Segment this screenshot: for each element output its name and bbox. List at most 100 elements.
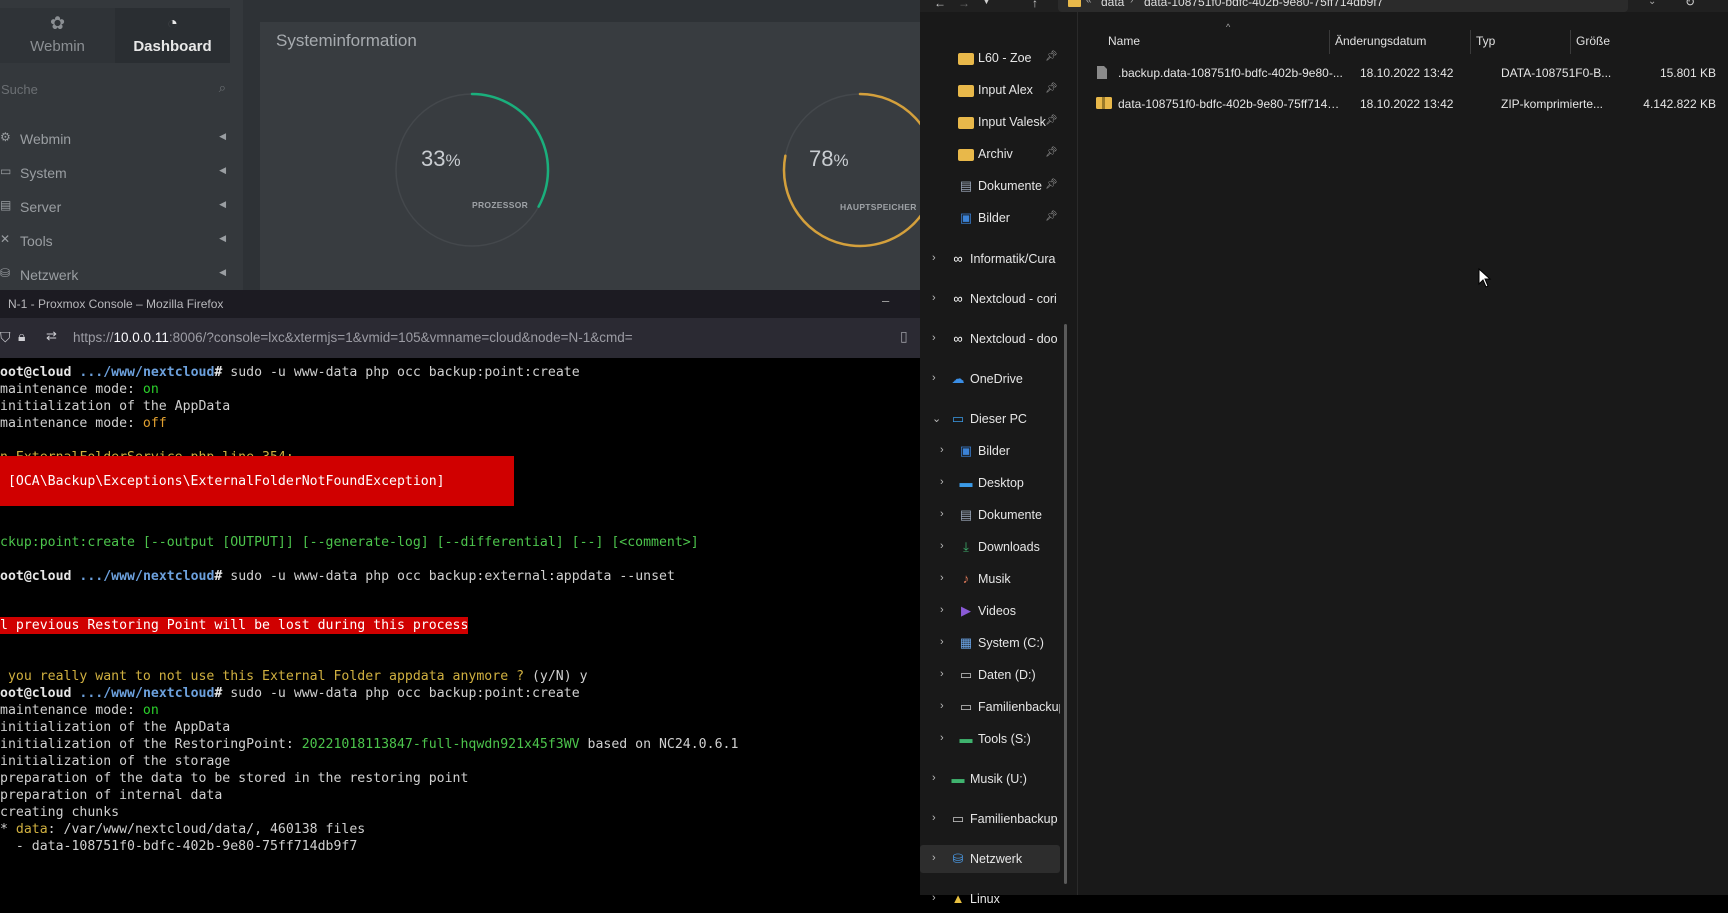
menu-item-server[interactable]: ▤ Server ◀: [0, 194, 232, 220]
chevron-right-icon[interactable]: ›: [932, 892, 936, 904]
folder-icon: [1068, 0, 1081, 7]
nav-item[interactable]: › ∞ Informatik/Cura: [920, 245, 1060, 273]
file-row[interactable]: .backup.data-108751f0-bdfc-402b-9e80-...…: [1080, 58, 1720, 88]
tab-dashboard[interactable]: ◔ Dashboard: [115, 8, 230, 63]
nav-item[interactable]: Input Valesk 📌︎: [920, 108, 1060, 136]
refresh-icon[interactable]: ↻: [1685, 0, 1695, 9]
nav-item[interactable]: › ▬ Tools (S:): [920, 725, 1060, 753]
nav-item[interactable]: › ▭ Familienbackup: [920, 805, 1060, 833]
chevron-right-icon[interactable]: ›: [940, 444, 944, 456]
column-separator[interactable]: [1329, 30, 1330, 54]
nav-item[interactable]: › ▬ Desktop: [920, 469, 1060, 497]
nav-item[interactable]: › ▦ System (C:): [920, 629, 1060, 657]
nav-item[interactable]: › ♪ Musik: [920, 565, 1060, 593]
memory-gauge-label: HAUPTSPEICHER: [840, 202, 917, 212]
url-bar[interactable]: ⛉ 🔒︎ ⇄ https://10.0.0.11:8006/?console=l…: [0, 318, 920, 358]
chevron-right-icon[interactable]: ›: [932, 292, 936, 304]
breadcrumb-chevron-icon[interactable]: ›: [1321, 0, 1324, 6]
search-input[interactable]: Suche ⌕: [0, 78, 232, 102]
chevron-right-icon[interactable]: ›: [932, 332, 936, 344]
cpu-gauge-ring: [395, 92, 550, 247]
chevron-right-icon[interactable]: ›: [940, 732, 944, 744]
chevron-right-icon[interactable]: ›: [940, 572, 944, 584]
nav-item[interactable]: Input Alex 📌︎: [920, 76, 1060, 104]
nav-item[interactable]: › ▭ Familienbackup: [920, 693, 1060, 721]
nav-item[interactable]: › ▲ Linux: [920, 885, 1060, 913]
navigation-scrollbar[interactable]: [1064, 324, 1067, 884]
column-name[interactable]: Name: [1108, 34, 1140, 48]
pin-icon: 📌︎: [1045, 83, 1058, 94]
column-size[interactable]: Größe: [1576, 34, 1610, 48]
chevron-right-icon[interactable]: ›: [932, 852, 936, 864]
breadcrumb-item[interactable]: data: [1101, 0, 1124, 9]
chevron-right-icon[interactable]: ›: [940, 476, 944, 488]
menu-item-system[interactable]: ▭ System ◀: [0, 160, 232, 186]
nav-item[interactable]: L60 - Zoe 📌︎: [920, 44, 1060, 72]
terminal[interactable]: oot@cloud .../www/nextcloud# sudo -u www…: [0, 358, 920, 895]
minimize-button[interactable]: –: [882, 293, 889, 308]
terminal-line: oot@cloud .../www/nextcloud# sudo -u www…: [0, 365, 580, 380]
nav-item[interactable]: › ▬ Musik (U:): [920, 765, 1060, 793]
menu-item-netzwerk[interactable]: ⛁ Netzwerk ◀: [0, 262, 232, 288]
chevron-right-icon[interactable]: ›: [940, 604, 944, 616]
lock-icon[interactable]: 🔒︎: [18, 328, 25, 345]
column-date[interactable]: Änderungsdatum: [1335, 34, 1426, 48]
tab-webmin[interactable]: ✿ Webmin: [0, 8, 115, 63]
nav-item[interactable]: › ☁ OneDrive: [920, 365, 1060, 393]
forward-arrow-icon[interactable]: →: [958, 0, 970, 10]
chevron-right-icon[interactable]: ›: [940, 508, 944, 520]
network-drive-icon: ▬: [951, 771, 965, 786]
url-text[interactable]: https://10.0.0.11:8006/?console=lxc&xter…: [73, 330, 633, 345]
menu-item-tools[interactable]: ✕ Tools ◀: [0, 228, 232, 254]
terminal-line: initialization of the AppData: [0, 399, 231, 414]
nav-item[interactable]: Archiv 📌︎: [920, 140, 1060, 168]
column-separator[interactable]: [1570, 30, 1571, 54]
recent-locations-chevron-icon[interactable]: ▼: [982, 0, 991, 6]
drive-icon: ▭: [959, 699, 973, 714]
chevron-right-icon[interactable]: ›: [940, 700, 944, 712]
file-row[interactable]: data-108751f0-bdfc-402b-9e80-75ff714d...…: [1080, 89, 1720, 119]
address-dropdown-chevron-icon[interactable]: ⌄: [1648, 0, 1656, 7]
up-arrow-icon[interactable]: ↑: [1032, 0, 1038, 10]
nav-item[interactable]: › ⛁ Netzwerk: [920, 845, 1060, 873]
chevron-right-icon[interactable]: ›: [932, 772, 936, 784]
pin-icon: 📌︎: [1045, 211, 1058, 222]
chevron-down-icon[interactable]: ⌄: [932, 412, 941, 425]
nav-item[interactable]: ⌄ ▭ Dieser PC: [920, 405, 1060, 433]
terminal-line: maintenance mode: on: [0, 382, 159, 397]
window-title: N-1 - Proxmox Console – Mozilla Firefox: [8, 297, 224, 311]
search-icon: ⌕: [218, 80, 226, 95]
chevron-right-icon[interactable]: ›: [940, 668, 944, 680]
chevron-right-icon[interactable]: ›: [932, 372, 936, 384]
breadcrumb-chevron-icon[interactable]: ›: [1130, 0, 1133, 6]
address-bar[interactable]: « data › data-108751f0-bdfc-402b-9e80-75…: [1058, 0, 1628, 12]
chevron-right-icon[interactable]: ›: [940, 540, 944, 552]
cpu-gauge: 33% PROZESSOR: [392, 90, 552, 250]
tracking-shield-icon[interactable]: ⛉: [0, 329, 11, 346]
nav-item[interactable]: › ∞ Nextcloud - cori: [920, 285, 1060, 313]
permissions-icon[interactable]: ⇄: [46, 328, 57, 344]
nav-item[interactable]: ▣ Bilder 📌︎: [920, 204, 1060, 232]
nav-item[interactable]: › ▣ Bilder: [920, 437, 1060, 465]
chevron-right-icon[interactable]: ›: [932, 252, 936, 264]
nav-item[interactable]: › ▤ Dokumente: [920, 501, 1060, 529]
nav-item[interactable]: › ▭ Daten (D:): [920, 661, 1060, 689]
pane-divider[interactable]: [1077, 12, 1078, 895]
window-titlebar[interactable]: N-1 - Proxmox Console – Mozilla Firefox …: [0, 290, 920, 318]
chevron-right-icon[interactable]: ›: [940, 636, 944, 648]
nav-item-label: OneDrive: [970, 372, 1023, 386]
nav-item[interactable]: › ▶ Videos: [920, 597, 1060, 625]
reader-view-icon[interactable]: ▯: [900, 328, 908, 345]
column-type[interactable]: Typ: [1476, 34, 1495, 48]
nav-item[interactable]: ▤ Dokumente 📌︎: [920, 172, 1060, 200]
nav-item[interactable]: › ∞ Nextcloud - doo: [920, 325, 1060, 353]
nav-item[interactable]: › ⤓ Downloads: [920, 533, 1060, 561]
terminal-line: oot@cloud .../www/nextcloud# sudo -u www…: [0, 686, 580, 701]
column-separator[interactable]: [1470, 30, 1471, 54]
back-arrow-icon[interactable]: ←: [934, 0, 946, 10]
webmin-window: ✿ Webmin ◔ Dashboard Suche ⌕ ⚙ Webmin ◀ …: [0, 0, 920, 290]
chevron-right-icon[interactable]: ›: [932, 812, 936, 824]
breadcrumb-overflow-icon[interactable]: «: [1086, 0, 1092, 6]
breadcrumb-item[interactable]: data-108751f0-bdfc-402b-9e80-75ff714db9f…: [1144, 0, 1383, 9]
menu-item-webmin[interactable]: ⚙ Webmin ◀: [0, 126, 232, 152]
